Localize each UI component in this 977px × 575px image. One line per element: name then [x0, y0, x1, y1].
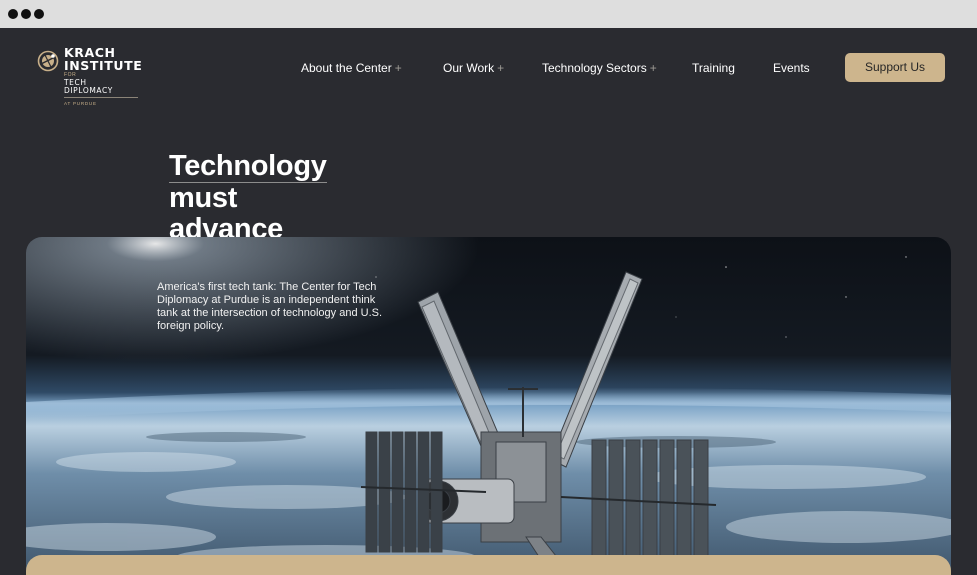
hero-description: America's first tech tank: The Center fo… — [157, 281, 383, 332]
nav-technology-sectors[interactable]: Technology Sectors + — [542, 61, 657, 75]
plus-icon: + — [649, 61, 657, 75]
window-dot-icon — [21, 9, 31, 19]
logo-line-at-purdue: AT PURDUE — [64, 101, 97, 106]
hero-media: America's first tech tank: The Center fo… — [26, 237, 951, 575]
nav-label: Our Work — [443, 61, 495, 75]
headline-word-must: must — [169, 182, 238, 214]
site-logo[interactable]: KRACH INSTITUTE FOR TECH DIPLOMACY AT PU… — [37, 46, 147, 106]
next-section-card — [26, 555, 951, 575]
nav-our-work[interactable]: Our Work + — [443, 61, 504, 75]
logo-line-tech-diplomacy: TECH DIPLOMACY — [64, 79, 138, 98]
plus-icon: + — [394, 61, 402, 75]
nav-label: Technology Sectors — [542, 61, 647, 75]
main-nav: About the Center + Our Work + Technology S… — [0, 61, 977, 75]
page: KRACH INSTITUTE FOR TECH DIPLOMACY AT PU… — [0, 28, 977, 575]
nav-label: Events — [773, 61, 810, 75]
nav-training[interactable]: Training — [692, 61, 735, 75]
nav-label: Training — [692, 61, 735, 75]
nav-about-the-center[interactable]: About the Center + — [301, 61, 402, 75]
headline-word-technology: Technology — [169, 150, 327, 183]
nav-label: About the Center — [301, 61, 392, 75]
plus-icon: + — [497, 61, 505, 75]
nav-events[interactable]: Events — [773, 61, 810, 75]
browser-chrome — [0, 0, 977, 28]
window-dot-icon — [34, 9, 44, 19]
support-us-button[interactable]: Support Us — [845, 53, 945, 82]
window-dot-icon — [8, 9, 18, 19]
